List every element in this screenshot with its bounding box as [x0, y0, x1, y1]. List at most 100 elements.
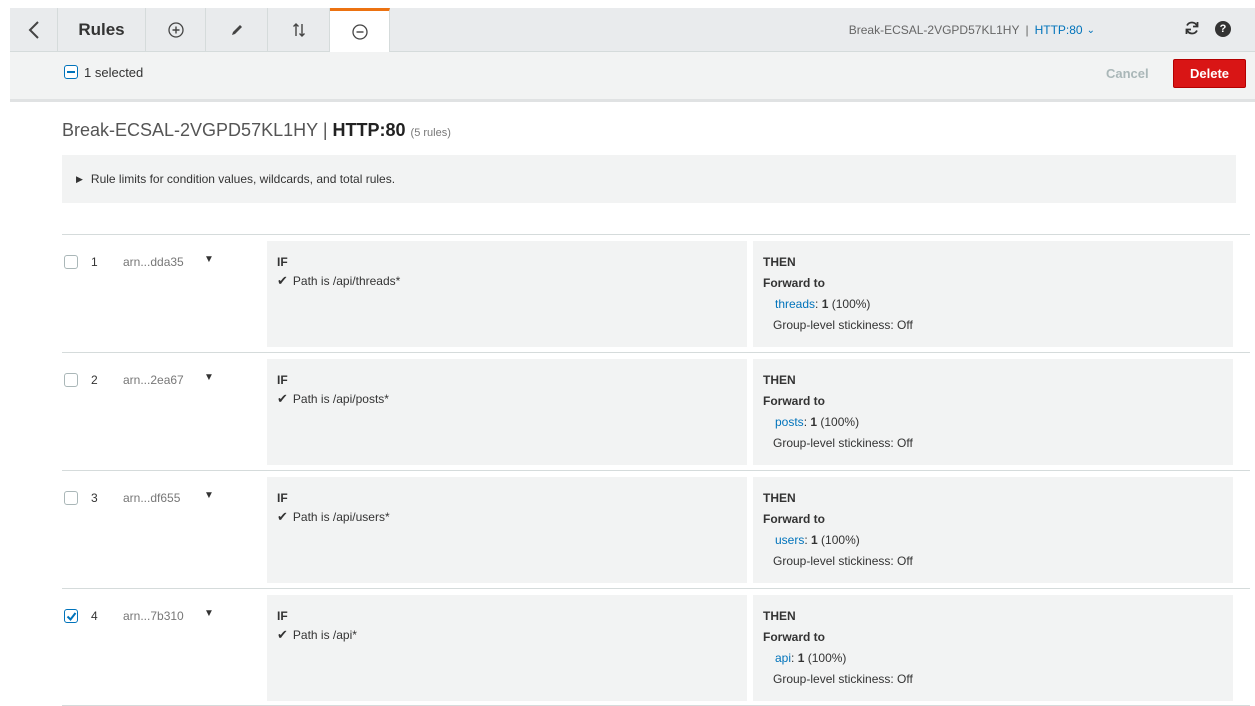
checkmark-icon	[66, 612, 77, 622]
rule-conditions: IF ✔ Path is /api/posts*	[267, 359, 747, 465]
rule-limits-text: Rule limits for condition values, wildca…	[90, 172, 396, 186]
stickiness-text: Group-level stickiness: Off	[773, 672, 913, 686]
listener-name[interactable]: HTTP:80	[1035, 23, 1083, 37]
plus-circle-icon	[167, 22, 184, 38]
target-group-link[interactable]: users	[775, 533, 804, 547]
cancel-button[interactable]: Cancel	[1106, 66, 1149, 81]
condition-text: Path is /api/users*	[292, 510, 390, 524]
rule-conditions: IF ✔ Path is /api/users*	[267, 477, 747, 583]
load-balancer-name: Break-ECSAL-2VGPD57KL1HY	[848, 23, 1020, 37]
if-label: IF	[277, 491, 288, 505]
condition: ✔ Path is /api/threads*	[277, 273, 400, 289]
pencil-icon	[231, 25, 242, 35]
target-colon: :	[815, 297, 822, 311]
chevron-left-icon	[28, 21, 39, 39]
rule-row: 2 arn...2ea67 ▼ IF ✔ Path is /api/posts* THEN F…	[62, 352, 1250, 470]
condition: ✔ Path is /api/users*	[277, 509, 390, 525]
target-weight: 1	[821, 297, 829, 311]
rule-arn: arn...df655	[123, 491, 181, 505]
selection-bar: 1 selected Cancel Delete	[10, 52, 1255, 102]
rule-conditions: IF ✔ Path is /api/threads*	[267, 241, 747, 347]
stickiness-text: Group-level stickiness: Off	[773, 436, 913, 450]
minus-circle-icon	[351, 23, 368, 40]
sort-arrows-icon	[292, 23, 305, 37]
target-group-link[interactable]: posts	[775, 415, 804, 429]
if-label: IF	[277, 255, 288, 269]
delete-rules-tab[interactable]	[330, 8, 390, 52]
target-percent: (100%)	[820, 415, 860, 429]
condition: ✔ Path is /api*	[277, 627, 357, 643]
rule-row: 1 arn...dda35 ▼ IF ✔ Path is /api/threads* THE…	[62, 234, 1250, 352]
rules-tab[interactable]: Rules	[58, 8, 146, 52]
target-weight: 1	[810, 415, 818, 429]
target-percent: (100%)	[821, 533, 860, 547]
rule-actions: THEN Forward to posts: 1 (100%) Group-level…	[753, 359, 1233, 465]
rule-row: 3 arn...df655 ▼ IF ✔ Path is /api/users* THEN F…	[62, 470, 1250, 588]
page-title: Break-ECSAL-2VGPD57KL1HY | HTTP:80 (5 ru…	[62, 120, 451, 141]
then-label: THEN	[763, 609, 796, 623]
rule-checkbox[interactable]	[64, 255, 78, 269]
check-icon: ✔	[277, 273, 288, 288]
target-colon: :	[791, 651, 798, 665]
target-weight: 1	[811, 533, 818, 547]
target-group: threads: 1 (100%)	[775, 297, 870, 311]
caret-down-icon[interactable]: ▼	[204, 372, 214, 383]
rule-row: 4 arn...7b310 ▼ IF ✔ Path is /api* THEN Forward…	[62, 588, 1250, 706]
rule-actions: THEN Forward to users: 1 (100%) Group-level…	[753, 477, 1233, 583]
stickiness-text: Group-level stickiness: Off	[773, 554, 913, 568]
check-icon: ✔	[277, 391, 288, 406]
target-percent: (100%)	[807, 651, 847, 665]
forward-to-label: Forward to	[763, 512, 825, 526]
rule-checkbox[interactable]	[64, 373, 78, 387]
listener-selector[interactable]: Break-ECSAL-2VGPD57KL1HY | HTTP:80 ⌄	[849, 8, 1095, 52]
rule-number: 1	[91, 255, 98, 269]
caret-down-icon[interactable]: ▼	[204, 254, 214, 265]
target-colon: :	[804, 533, 812, 547]
rule-arn: arn...7b310	[123, 609, 184, 623]
target-percent: (100%)	[831, 297, 871, 311]
separator: |	[1025, 23, 1029, 37]
add-rule-button[interactable]	[146, 8, 206, 52]
rule-limits-expander[interactable]: ▶ Rule limits for condition values, wild…	[62, 155, 1236, 203]
chevron-down-icon: ⌄	[1086, 24, 1095, 36]
title-lb-name: Break-ECSAL-2VGPD57KL1HY	[62, 120, 318, 140]
forward-to-label: Forward to	[763, 276, 825, 290]
rule-count: (5 rules)	[410, 127, 451, 139]
caret-down-icon[interactable]: ▼	[204, 608, 214, 619]
caret-right-icon: ▶	[76, 173, 83, 184]
check-icon: ✔	[277, 627, 288, 642]
select-all-checkbox[interactable]	[64, 65, 78, 79]
then-label: THEN	[763, 373, 796, 387]
title-listener: HTTP:80	[332, 120, 406, 140]
rule-checkbox[interactable]	[64, 491, 78, 505]
stickiness-text: Group-level stickiness: Off	[773, 318, 913, 332]
rule-arn: arn...2ea67	[123, 373, 184, 387]
then-label: THEN	[763, 255, 796, 269]
caret-down-icon[interactable]: ▼	[204, 490, 214, 501]
check-icon: ✔	[277, 509, 288, 524]
edit-rules-button[interactable]	[206, 8, 268, 52]
help-icon[interactable]: ?	[1215, 21, 1231, 37]
target-group: api: 1 (100%)	[775, 651, 846, 665]
target-group-link[interactable]: api	[775, 651, 791, 665]
refresh-icon	[1185, 21, 1199, 35]
rule-number: 2	[91, 373, 98, 387]
toolbar: Rules Break-ECSAL-2VGPD57KL1HY | HTTP:80…	[10, 8, 1255, 52]
rule-number: 4	[91, 609, 98, 623]
condition-text: Path is /api/posts*	[292, 392, 389, 406]
rule-checkbox[interactable]	[64, 609, 78, 623]
forward-to-label: Forward to	[763, 630, 825, 644]
title-separator: |	[322, 120, 328, 140]
rule-arn: arn...dda35	[123, 255, 184, 269]
condition-text: Path is /api*	[292, 628, 357, 642]
selection-count: 1 selected	[84, 65, 144, 80]
rule-actions: THEN Forward to api: 1 (100%) Group-level s…	[753, 595, 1233, 701]
delete-button[interactable]: Delete	[1173, 59, 1246, 88]
if-label: IF	[277, 373, 288, 387]
target-group-link[interactable]: threads	[775, 297, 815, 311]
refresh-button[interactable]	[1184, 20, 1200, 41]
target-group: posts: 1 (100%)	[775, 415, 859, 429]
back-button[interactable]	[10, 8, 58, 52]
condition: ✔ Path is /api/posts*	[277, 391, 389, 407]
reorder-rules-button[interactable]	[268, 8, 330, 52]
